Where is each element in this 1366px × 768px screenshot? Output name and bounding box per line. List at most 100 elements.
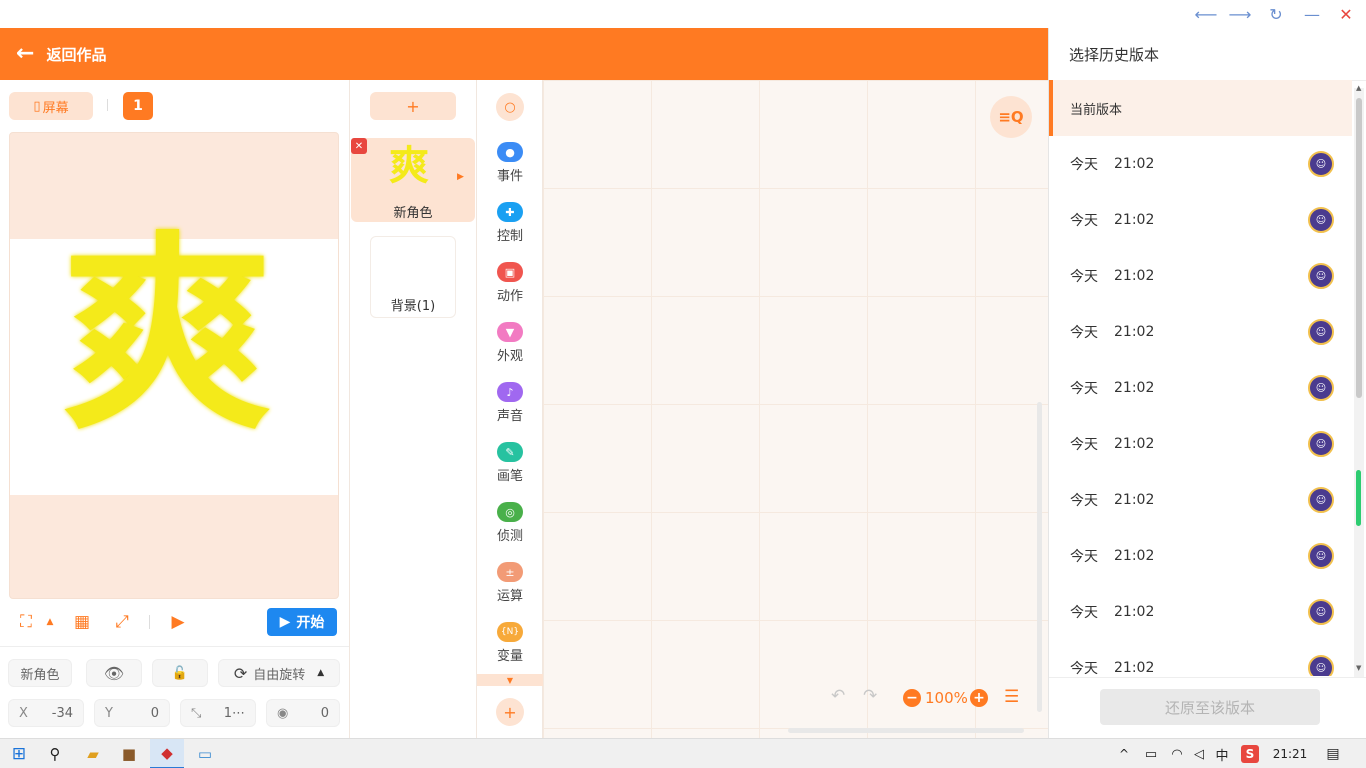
scroll-down-icon[interactable]: ▼ <box>1356 664 1361 672</box>
undo-icon[interactable]: ↶ <box>831 686 845 706</box>
category-variables[interactable]: {N} 变量 <box>477 620 543 680</box>
background-card[interactable]: 背景(1) <box>370 236 456 318</box>
caret-up-icon[interactable]: ▲ <box>44 614 56 630</box>
avatar: ☺ <box>1308 207 1334 233</box>
avatar: ☺ <box>1308 543 1334 569</box>
coding-app-taskbar-icon[interactable]: ◆ <box>150 739 184 768</box>
sprite-thumbnail: 爽 <box>389 143 429 189</box>
notifications-icon[interactable]: ▤ <box>1320 739 1346 768</box>
current-version-item[interactable]: 当前版本 <box>1049 80 1352 136</box>
background-label: 背景(1) <box>390 299 436 314</box>
direction-field[interactable]: ◉ 0 <box>266 699 340 727</box>
stage-size-icon[interactable]: ⛶ <box>14 611 38 633</box>
windows-start-icon[interactable]: ⊞ <box>4 739 34 768</box>
scrollbar-thumb[interactable] <box>1356 98 1362 398</box>
scroll-up-icon[interactable]: ▲ <box>1356 84 1361 92</box>
start-button[interactable]: ▶ 开始 <box>267 608 337 636</box>
horizontal-scrollbar[interactable] <box>788 728 1024 733</box>
avatar: ☺ <box>1308 151 1334 177</box>
block-search-icon[interactable]: ≡Q <box>990 96 1032 138</box>
search-icon[interactable]: ⚲ <box>40 739 70 768</box>
code-workspace[interactable]: ≡Q ↶ ↷ − 100% + ☰ <box>543 80 1048 738</box>
category-control[interactable]: ✚ 控制 <box>477 200 543 260</box>
rotation-label: 自由旋转 <box>253 667 306 683</box>
screen-button[interactable]: ▯ 屏幕 <box>9 92 93 120</box>
page-number-badge[interactable]: 1 <box>123 92 153 120</box>
version-item[interactable]: 今天 21:02 ☺ <box>1049 360 1352 416</box>
redo-icon[interactable]: ↷ <box>863 686 877 706</box>
avatar: ☺ <box>1308 599 1334 625</box>
category-motion[interactable]: ▣ 动作 <box>477 260 543 320</box>
version-time: 21:02 <box>1114 212 1155 228</box>
size-field[interactable]: ⤡ 1⋯ <box>180 699 256 727</box>
version-time: 21:02 <box>1114 380 1155 396</box>
remote-desktop-icon[interactable]: ▭ <box>190 739 220 768</box>
search-icon[interactable]: ○ <box>496 93 524 121</box>
version-item[interactable]: 今天 21:02 ☺ <box>1049 248 1352 304</box>
battery-icon[interactable]: ▭ <box>1140 739 1162 768</box>
version-item[interactable]: 今天 21:02 ☺ <box>1049 528 1352 584</box>
stage-canvas[interactable]: 爽 <box>9 132 339 599</box>
back-arrow-icon[interactable]: ⟵ <box>1188 0 1224 28</box>
add-sprite-button[interactable]: + <box>370 92 456 120</box>
category-sensing[interactable]: ◎ 侦测 <box>477 500 543 560</box>
category-sound[interactable]: ♪ 声音 <box>477 380 543 440</box>
minimize-icon[interactable]: — <box>1294 0 1330 28</box>
version-item[interactable]: 今天 21:02 ☺ <box>1049 472 1352 528</box>
scroll-down-icon[interactable]: ▼ <box>477 674 543 686</box>
play-preview-icon[interactable]: ▶ <box>166 611 190 633</box>
visibility-eye-icon[interactable]: 👁 <box>86 659 142 687</box>
file-explorer-icon[interactable]: ▰ <box>78 739 108 768</box>
lock-icon[interactable]: 🔓 <box>152 659 208 687</box>
version-item[interactable]: 今天 21:02 ☺ <box>1049 640 1352 676</box>
back-arrow-icon[interactable]: ← <box>16 43 34 65</box>
stage-sprite[interactable]: 爽 <box>62 231 272 441</box>
version-scrollbar[interactable] <box>1354 88 1364 678</box>
size-value: 1⋯ <box>223 705 245 721</box>
version-item[interactable]: 今天 21:02 ☺ <box>1049 192 1352 248</box>
volume-icon[interactable]: ◁ <box>1188 739 1210 768</box>
y-position-field[interactable]: Y 0 <box>94 699 170 727</box>
back-to-works-link[interactable]: 返回作品 <box>46 44 106 65</box>
version-item[interactable]: 今天 21:02 ☺ <box>1049 304 1352 360</box>
category-events[interactable]: ● 事件 <box>477 140 543 200</box>
chevron-right-icon[interactable]: ▶ <box>457 172 464 182</box>
control-icon: ✚ <box>497 202 523 222</box>
add-extension-icon[interactable]: + <box>496 698 524 726</box>
version-item[interactable]: 今天 21:02 ☺ <box>1049 584 1352 640</box>
forward-arrow-icon[interactable]: ⟶ <box>1222 0 1258 28</box>
version-day: 今天 <box>1070 605 1098 621</box>
avatar: ☺ <box>1308 487 1334 513</box>
sprite-name-field[interactable]: 新角色 <box>8 659 72 687</box>
restore-version-button[interactable]: 还原至该版本 <box>1100 689 1320 725</box>
close-icon[interactable]: ✕ <box>1328 0 1364 28</box>
version-item[interactable]: 今天 21:02 ☺ <box>1049 416 1352 472</box>
chevron-up-icon[interactable]: ^ <box>1114 739 1134 768</box>
vertical-scrollbar[interactable] <box>1037 402 1042 712</box>
refresh-icon[interactable]: ↻ <box>1258 0 1294 28</box>
clock[interactable]: 21:21 <box>1270 739 1310 768</box>
x-position-field[interactable]: X -34 <box>8 699 84 727</box>
sogou-ime-icon[interactable]: S <box>1238 739 1262 768</box>
category-label: 画笔 <box>496 469 523 484</box>
sprite-card-selected[interactable]: ✕ 爽 ▶ 新角色 <box>351 138 475 222</box>
grid-icon[interactable]: ▦ <box>70 611 94 633</box>
category-pen[interactable]: ✎ 画笔 <box>477 440 543 500</box>
category-looks[interactable]: ▼ 外观 <box>477 320 543 380</box>
app-icon[interactable]: ■ <box>114 739 144 768</box>
ime-indicator[interactable]: 中 <box>1211 739 1233 768</box>
zoom-out-icon[interactable]: − <box>903 689 921 707</box>
sound-icon: ♪ <box>497 382 523 402</box>
version-time: 21:02 <box>1114 156 1155 172</box>
align-blocks-icon[interactable]: ☰ <box>1004 687 1019 707</box>
fullscreen-icon[interactable]: ⤢ <box>110 611 134 633</box>
rotation-mode-select[interactable]: ⟳ 自由旋转 ▲ <box>218 659 340 687</box>
delete-sprite-icon[interactable]: ✕ <box>351 138 367 154</box>
version-item[interactable]: 今天 21:02 ☺ <box>1049 136 1352 192</box>
zoom-in-icon[interactable]: + <box>970 689 988 707</box>
divider <box>107 99 108 111</box>
direction-value: 0 <box>320 705 329 721</box>
sensing-icon: ◎ <box>497 502 523 522</box>
wifi-icon[interactable]: ◠ <box>1166 739 1188 768</box>
category-operators[interactable]: ± 运算 <box>477 560 543 620</box>
